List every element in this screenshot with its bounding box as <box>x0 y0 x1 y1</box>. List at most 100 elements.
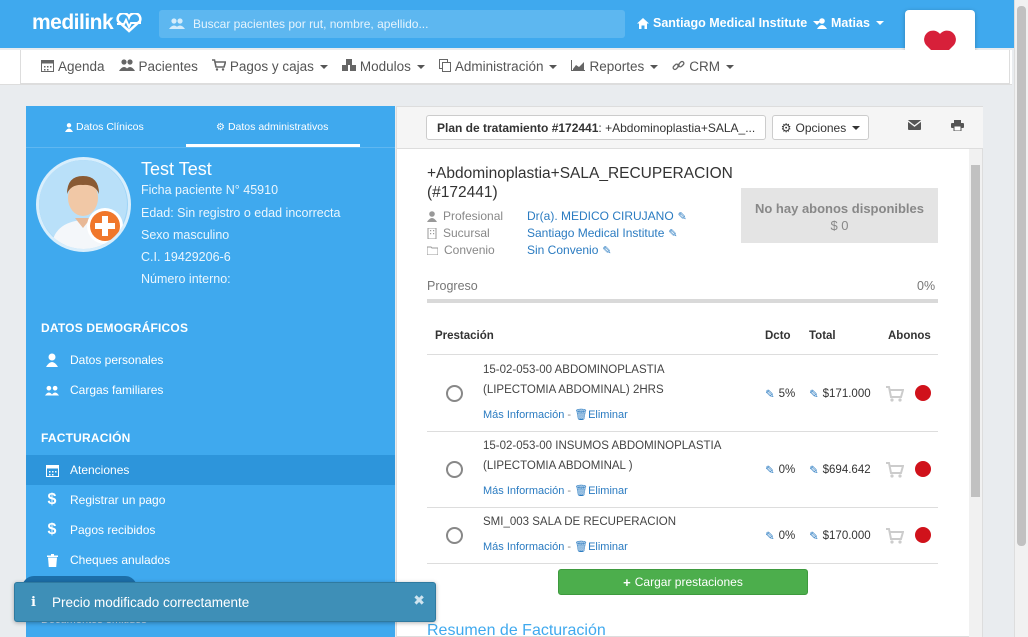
plus-icon: + <box>623 574 631 590</box>
total-value: $171.000 <box>822 388 871 400</box>
user-icon <box>45 353 59 367</box>
row-dcto[interactable]: ✎ 0% <box>765 463 795 477</box>
row-line1: 15-02-053-00 INSUMOS ABDOMINOPLASTIA <box>483 440 722 452</box>
row-description: 15-02-053-00 ABDOMINOPLASTIA (LIPECTOMIA… <box>483 360 665 400</box>
copy-icon <box>438 58 451 75</box>
menu-item-modulos[interactable]: Modulos <box>341 59 425 74</box>
convenio-label: Convenio <box>427 243 495 257</box>
scrollbar-thumb[interactable] <box>971 165 980 497</box>
user-menu[interactable]: Matias <box>817 16 884 30</box>
pencil-icon[interactable]: ✎ <box>602 244 611 257</box>
tab-datos-administrativos[interactable]: ⚙ Datos administrativos <box>216 121 328 133</box>
more-info-link[interactable]: Más Información <box>483 409 564 421</box>
cubes-icon <box>341 59 356 74</box>
sidebar-item-label: Pagos recibidos <box>70 523 156 537</box>
row-total[interactable]: ✎ $694.642 <box>809 463 871 477</box>
row-links: Más Información - 🗑Eliminar <box>483 408 628 421</box>
row-links: Más Información - 🗑Eliminar <box>483 540 628 553</box>
separator: - <box>564 409 575 421</box>
patient-sexo: Sexo masculino <box>141 228 230 242</box>
sidebar-item-cargas-familiares[interactable]: Cargas familiares <box>26 375 395 405</box>
folder-icon <box>427 246 438 255</box>
row-description: SMI_003 SALA DE RECUPERACION <box>483 512 676 532</box>
menu-item-administraci-n[interactable]: Administración <box>438 58 558 75</box>
row-dcto[interactable]: ✎ 0% <box>765 529 795 543</box>
close-icon[interactable]: ✖ <box>413 592 425 609</box>
col-prestacion: Prestación <box>435 330 494 342</box>
home-icon <box>637 17 649 29</box>
col-total: Total <box>809 330 836 342</box>
row-dcto[interactable]: ✎ 5% <box>765 387 795 401</box>
pencil-icon: ✎ <box>809 531 819 543</box>
window-scrollbar[interactable] <box>1014 0 1028 637</box>
patient-search-input[interactable]: Buscar pacientes por rut, nombre, apelli… <box>159 10 625 38</box>
envelope-icon[interactable] <box>908 120 921 130</box>
sidebar-item-datos-personales[interactable]: Datos personales <box>26 345 395 375</box>
col-abonos: Abonos <box>888 330 931 342</box>
menu-item-label: Agenda <box>58 59 105 74</box>
delete-link[interactable]: Eliminar <box>588 541 628 553</box>
table-divider <box>427 563 938 564</box>
delete-link[interactable]: Eliminar <box>588 485 628 497</box>
main-menu: Agenda Pacientes Pagos y cajas Modulos Admin… <box>20 50 1010 84</box>
plan-title: +Abdominoplastia+SALA_RECUPERACION (#172… <box>427 165 733 201</box>
delete-link[interactable]: Eliminar <box>588 409 628 421</box>
row-total[interactable]: ✎ $171.000 <box>809 387 871 401</box>
button-label: Cargar prestaciones <box>634 575 743 589</box>
menu-item-pacientes[interactable]: Pacientes <box>118 59 198 74</box>
menu-item-reportes[interactable]: Reportes <box>571 59 659 74</box>
print-icon[interactable] <box>951 120 964 131</box>
sidebar-item-atenciones[interactable]: Atenciones <box>26 455 395 485</box>
pencil-icon[interactable]: ✎ <box>668 227 677 240</box>
dcto-value: 0% <box>778 530 796 542</box>
cart-icon[interactable] <box>886 528 904 544</box>
trash-icon: 🗑 <box>574 409 589 421</box>
sucursal-value: Santiago Medical Institute <box>527 226 665 240</box>
more-info-link[interactable]: Más Información <box>483 485 564 497</box>
trash-icon: 🗑 <box>574 485 589 497</box>
medilink-logo[interactable]: medilink <box>32 11 143 35</box>
tab-label: Datos Clínicos <box>76 121 144 133</box>
tab-datos-clinicos[interactable]: Datos Clínicos <box>65 121 144 133</box>
row-select-radio[interactable] <box>446 385 463 402</box>
sidebar-item-pagos-recibidos[interactable]: $ Pagos recibidos <box>26 515 395 545</box>
total-value: $170.000 <box>822 530 871 542</box>
status-dot-red <box>915 461 931 477</box>
scrollbar-thumb[interactable] <box>1017 6 1026 546</box>
chart-icon <box>571 59 586 74</box>
toast-message: Precio modificado correctamente <box>51 594 250 610</box>
sidebar-item-cheques-anulados[interactable]: Cheques anulados <box>26 545 395 575</box>
panel-scrollbar[interactable] <box>969 149 982 637</box>
row-select-radio[interactable] <box>446 527 463 544</box>
cart-icon[interactable] <box>886 462 904 478</box>
row-total[interactable]: ✎ $170.000 <box>809 529 871 543</box>
tab-label: Datos administrativos <box>227 121 329 133</box>
profesional-link[interactable]: Dr(a). MEDICO CIRUJANO ✎ <box>527 209 687 223</box>
cart-icon[interactable] <box>886 386 904 402</box>
menu-item-label: Pacientes <box>138 59 198 74</box>
heart-pulse-icon <box>116 13 142 33</box>
plan-selector-button[interactable]: Plan de tratamiento #172441 : +Abdominop… <box>426 115 766 140</box>
more-info-link[interactable]: Más Información <box>483 541 564 553</box>
cargar-prestaciones-button[interactable]: + Cargar prestaciones <box>558 569 808 595</box>
convenio-link[interactable]: Sin Convenio ✎ <box>527 243 612 257</box>
status-dot-red <box>915 385 931 401</box>
dcto-value: 0% <box>778 464 796 476</box>
menu-item-crm[interactable]: CRM <box>672 59 734 75</box>
sidebar-item-registrar-pago[interactable]: $ Registrar un pago <box>26 485 395 515</box>
menu-item-agenda[interactable]: Agenda <box>41 59 105 75</box>
institution-dropdown[interactable]: Santiago Medical Institute <box>637 16 822 30</box>
menu-item-pagos-y-cajas[interactable]: Pagos y cajas <box>211 59 328 74</box>
convenio-value: Sin Convenio <box>527 243 599 257</box>
sucursal-link[interactable]: Santiago Medical Institute ✎ <box>527 226 678 240</box>
calendar-icon <box>41 59 54 75</box>
search-placeholder: Buscar pacientes por rut, nombre, apelli… <box>193 17 429 31</box>
dollar-icon: $ <box>47 521 57 538</box>
row-select-radio[interactable] <box>446 461 463 478</box>
row-links: Más Información - 🗑Eliminar <box>483 484 628 497</box>
separator: - <box>564 541 575 553</box>
separator: - <box>564 485 575 497</box>
pencil-icon: ✎ <box>809 389 819 401</box>
options-dropdown-button[interactable]: ⚙ Opciones <box>772 115 869 140</box>
pencil-icon[interactable]: ✎ <box>678 210 687 223</box>
